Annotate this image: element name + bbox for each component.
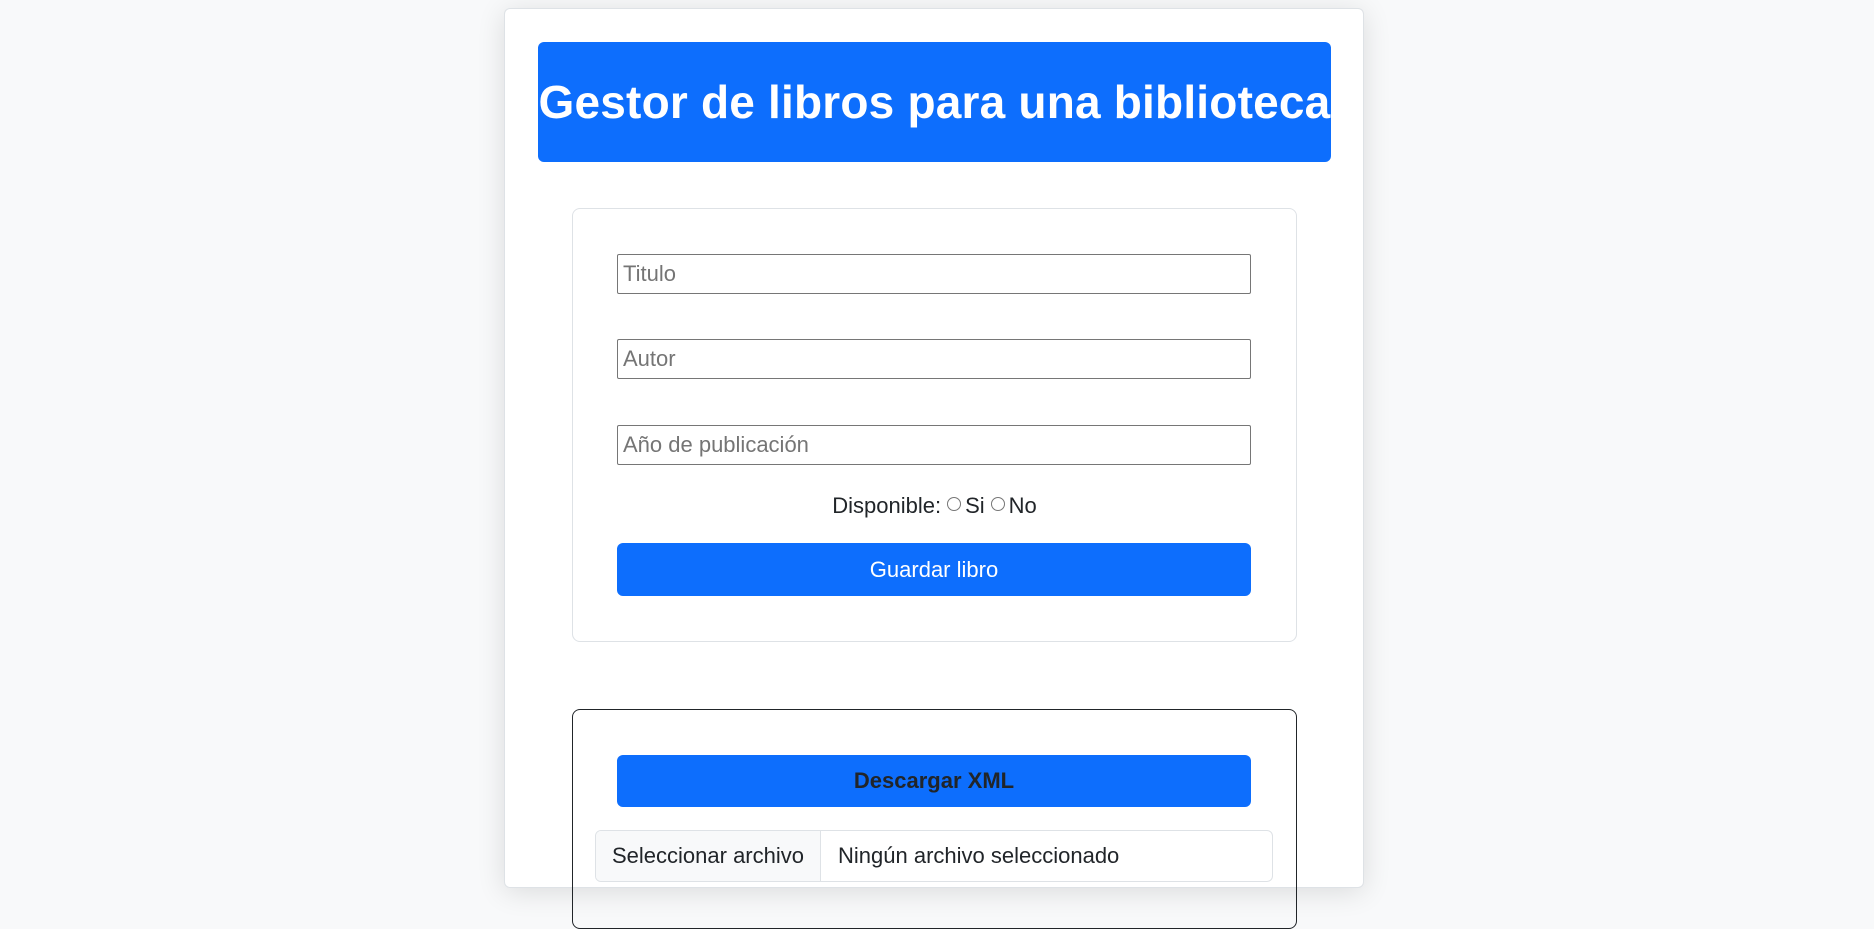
save-book-button[interactable]: Guardar libro — [617, 543, 1251, 596]
disponible-group: Disponible: Si No — [573, 491, 1296, 521]
disponible-label: Disponible: — [832, 493, 942, 518]
xml-section: Descargar XML Seleccionar archivo Ningún… — [572, 709, 1297, 929]
file-input[interactable]: Seleccionar archivo Ningún archivo selec… — [595, 830, 1273, 882]
page-title: Gestor de libros para una biblioteca — [538, 76, 1331, 128]
download-xml-button[interactable]: Descargar XML — [617, 755, 1251, 807]
anio-publicacion-input[interactable] — [617, 425, 1251, 465]
radio-no[interactable] — [990, 497, 1005, 511]
file-status-text: Ningún archivo seleccionado — [838, 843, 1120, 868]
main-container: Gestor de libros para una biblioteca Dis… — [504, 8, 1364, 929]
header-banner: Gestor de libros para una biblioteca — [538, 42, 1331, 162]
book-form: Disponible: Si No Guardar libro — [572, 208, 1297, 642]
autor-input[interactable] — [617, 339, 1251, 379]
radio-si-label[interactable]: Si — [965, 493, 985, 518]
select-file-button[interactable]: Seleccionar archivo — [596, 831, 821, 881]
titulo-input[interactable] — [617, 254, 1251, 294]
radio-si[interactable] — [947, 497, 962, 511]
radio-no-label[interactable]: No — [1009, 493, 1037, 518]
